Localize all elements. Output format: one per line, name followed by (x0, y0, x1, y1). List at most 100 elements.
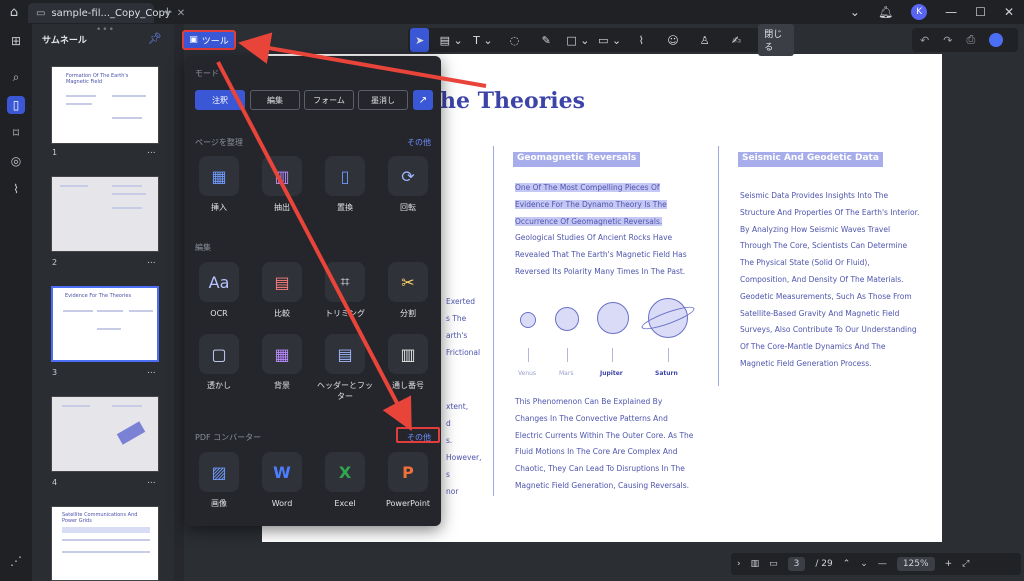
mode-edit-button[interactable]: 編集 (250, 90, 300, 110)
word-convert-tool[interactable]: W Word (254, 452, 310, 509)
text-fragment: Frictional (446, 348, 481, 357)
tab-title: sample-fil..._Copy_Copy (51, 7, 171, 19)
header-footer-icon: ▤ (325, 334, 365, 374)
right-toolbar: ↶ ↷ ⎙ (912, 28, 1018, 52)
watermark-tool[interactable]: ▢ 透かし (191, 334, 247, 391)
excel-icon: X (325, 452, 365, 492)
pen-icon[interactable]: ✎ (530, 28, 562, 52)
open-external-icon[interactable]: ↗ (413, 90, 433, 110)
bates-number-tool[interactable]: ▥ 通し番号 (380, 334, 436, 391)
select-cursor-icon[interactable]: ➤ (410, 28, 430, 52)
more-icon[interactable]: ... (147, 476, 156, 486)
new-tab-icon[interactable]: + (162, 5, 173, 20)
highlighted-text[interactable]: One Of The Most Compelling Pieces Of Evi… (515, 183, 667, 226)
thumbnail-page-3[interactable]: Evidence For The Theories (51, 286, 159, 362)
maximize-icon[interactable]: ☐ (975, 5, 986, 19)
left-rail: ⊞ ⌕ ▯ ⌑ ◎ ⌇ ⋰ (0, 24, 32, 581)
app-logo-icon[interactable]: ⋰ (7, 552, 25, 570)
drag-handle-icon[interactable]: ••• (96, 25, 115, 35)
zoom-in-icon[interactable]: + (945, 559, 953, 569)
background-tool[interactable]: ▦ 背景 (254, 334, 310, 391)
bookmark-icon[interactable]: ⌑ (7, 124, 25, 142)
mode-annotate-button[interactable]: 注釈 (195, 90, 245, 110)
page-up-icon[interactable]: ⌃ (843, 559, 851, 569)
document-icon: ▭ (36, 7, 46, 19)
header-footer-tool[interactable]: ▤ ヘッダーとフッター (317, 334, 373, 402)
organize-more-link[interactable]: その他 (407, 137, 431, 148)
comment-icon[interactable]: ◎ (7, 152, 25, 170)
thumbnail-title: Evidence For The Theories (65, 293, 132, 299)
thumbnail-page-5[interactable]: Satellite Communications And Power Grids (51, 506, 159, 581)
powerpoint-convert-tool[interactable]: P PowerPoint (380, 452, 436, 509)
image-convert-tool[interactable]: ▨ 画像 (191, 452, 247, 509)
presentation-icon[interactable]: ▭ (769, 559, 778, 569)
close-window-icon[interactable]: ✕ (1004, 5, 1014, 19)
ocr-tool[interactable]: Aa OCR (191, 262, 247, 319)
more-icon[interactable]: ... (147, 256, 156, 266)
thumbnail-page-1[interactable]: Formation Of The Earth's Magnetic Field (51, 66, 159, 144)
converter-label: PDF コンバーター (195, 433, 262, 442)
rotate-tool[interactable]: ⟳ 回転 (380, 156, 436, 213)
text-icon[interactable]: T ⌄ (467, 28, 499, 52)
thumbnail-page-2[interactable] (51, 176, 159, 252)
zoom-out-icon[interactable]: — (878, 559, 887, 569)
bell-icon[interactable]: 🔔︎ (878, 5, 893, 19)
panel-divider (174, 24, 184, 581)
split-icon: ✂ (388, 262, 428, 302)
attachment-icon[interactable]: ⌇ (7, 180, 25, 198)
zoom-level[interactable]: 125% (896, 557, 935, 571)
stamp-icon[interactable]: ♙ (689, 28, 721, 52)
thumbnail-title: Satellite Communications And Power Grids (62, 512, 138, 524)
mode-redact-button[interactable]: 墨消し (358, 90, 408, 110)
pin-icon[interactable]: 📌︎ (148, 32, 162, 45)
mode-form-button[interactable]: フォーム (304, 90, 354, 110)
text-fragment: d (446, 419, 451, 428)
comment-bubble-icon[interactable]: ◌ (499, 28, 531, 52)
replace-tool[interactable]: ▯ 置換 (317, 156, 373, 213)
chevron-down-icon[interactable]: ⌄ (850, 5, 860, 19)
minimize-icon[interactable]: — (945, 5, 957, 19)
insert-tool[interactable]: ▦ 挿入 (191, 156, 247, 213)
collapse-icon[interactable]: › (737, 559, 741, 569)
crop-tool[interactable]: ⌗ トリミング (317, 262, 373, 319)
document-tab[interactable]: ▭ sample-fil..._Copy_Copy ✕ (28, 3, 185, 23)
avatar[interactable]: K (911, 4, 928, 20)
sticker-icon[interactable]: ☺ (657, 28, 689, 52)
organize-label: ページを整理 (195, 138, 243, 147)
home-icon[interactable]: ⌂ (0, 0, 28, 24)
edit-label: 編集 (195, 243, 211, 252)
attach-icon[interactable]: ⌇ (625, 28, 657, 52)
thumbnail-page-4[interactable] (51, 396, 159, 472)
grid-icon[interactable]: ⊞ (7, 32, 25, 50)
section-title: Geomagnetic Reversals (513, 152, 641, 167)
text-fragment: s The (446, 314, 467, 323)
more-icon[interactable]: ... (147, 146, 156, 156)
shape-icon[interactable]: □ ⌄ (562, 28, 594, 52)
section-body-2: This Phenomenon Can Be Explained By Chan… (515, 397, 694, 490)
textbox-icon[interactable]: ▤ ⌄ (435, 28, 467, 52)
signature-icon[interactable]: ✍ (721, 28, 753, 52)
split-tool[interactable]: ✂ 分割 (380, 262, 436, 319)
more-icon[interactable]: ... (147, 366, 156, 376)
fit-page-icon[interactable]: ⤢ (962, 559, 969, 569)
close-tab-icon[interactable]: ✕ (177, 8, 185, 19)
page-down-icon[interactable]: ⌄ (860, 559, 868, 569)
close-toolbar-button[interactable]: 閉じる (758, 24, 795, 56)
compare-icon: ▤ (262, 262, 302, 302)
tools-button[interactable]: ▣ ツール (182, 30, 236, 50)
redo-icon[interactable]: ↷ (943, 34, 952, 47)
save-icon[interactable]: ⎙ (966, 33, 975, 47)
page-number-input[interactable]: 3 (787, 557, 806, 571)
planet-mars (555, 307, 579, 331)
ai-assistant-icon[interactable] (989, 33, 1004, 47)
page-layout-icon[interactable]: ▭ ⌄ (594, 28, 626, 52)
page-view-icon[interactable]: ▥ (751, 559, 760, 569)
compare-tool[interactable]: ▤ 比較 (254, 262, 310, 319)
search-icon[interactable]: ⌕ (7, 68, 25, 86)
excel-convert-tool[interactable]: X Excel (317, 452, 373, 509)
extract-tool[interactable]: ▥ 抽出 (254, 156, 310, 213)
thumbnails-icon[interactable]: ▯ (7, 96, 25, 114)
planet-label: Saturn (655, 370, 678, 377)
undo-icon[interactable]: ↶ (920, 34, 929, 47)
image-icon: ▨ (199, 452, 239, 492)
